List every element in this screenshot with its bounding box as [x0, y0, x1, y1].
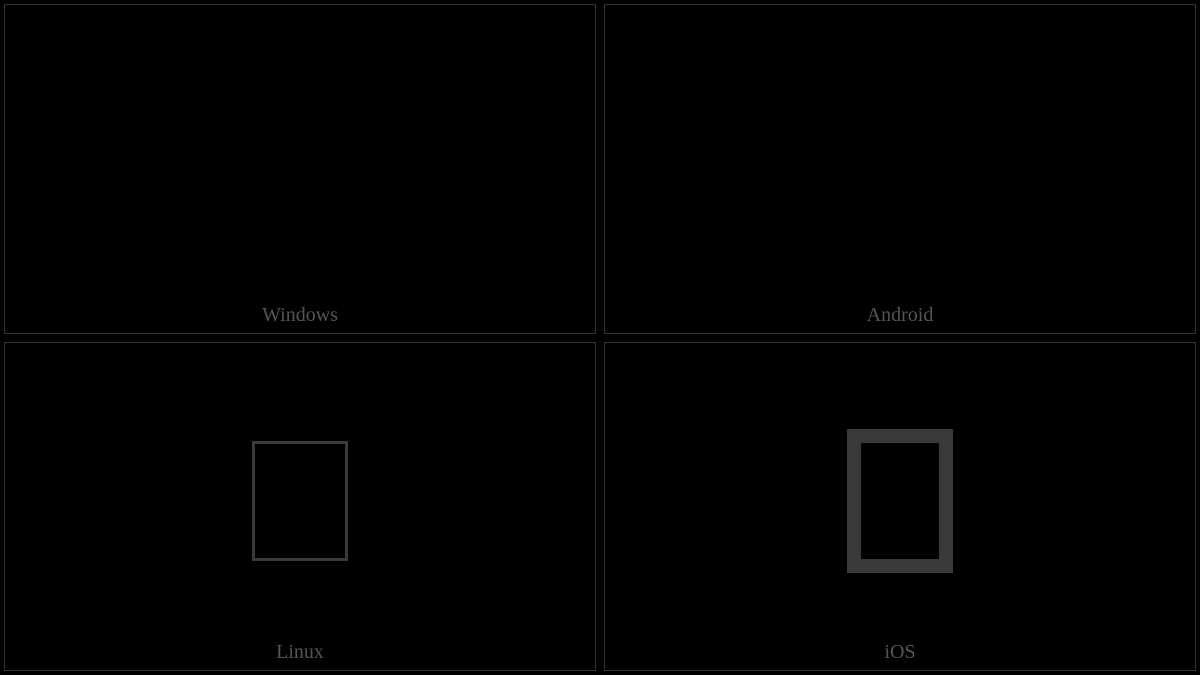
cell-android: Android [604, 4, 1196, 334]
os-label-ios: iOS [884, 641, 915, 664]
cell-linux: Linux [4, 342, 596, 672]
missing-glyph-icon [252, 441, 348, 561]
missing-glyph-icon [847, 429, 953, 573]
os-label-linux: Linux [276, 641, 324, 664]
os-label-windows: Windows [262, 304, 338, 327]
cell-ios: iOS [604, 342, 1196, 672]
cell-windows: Windows [4, 4, 596, 334]
os-label-android: Android [867, 304, 934, 327]
